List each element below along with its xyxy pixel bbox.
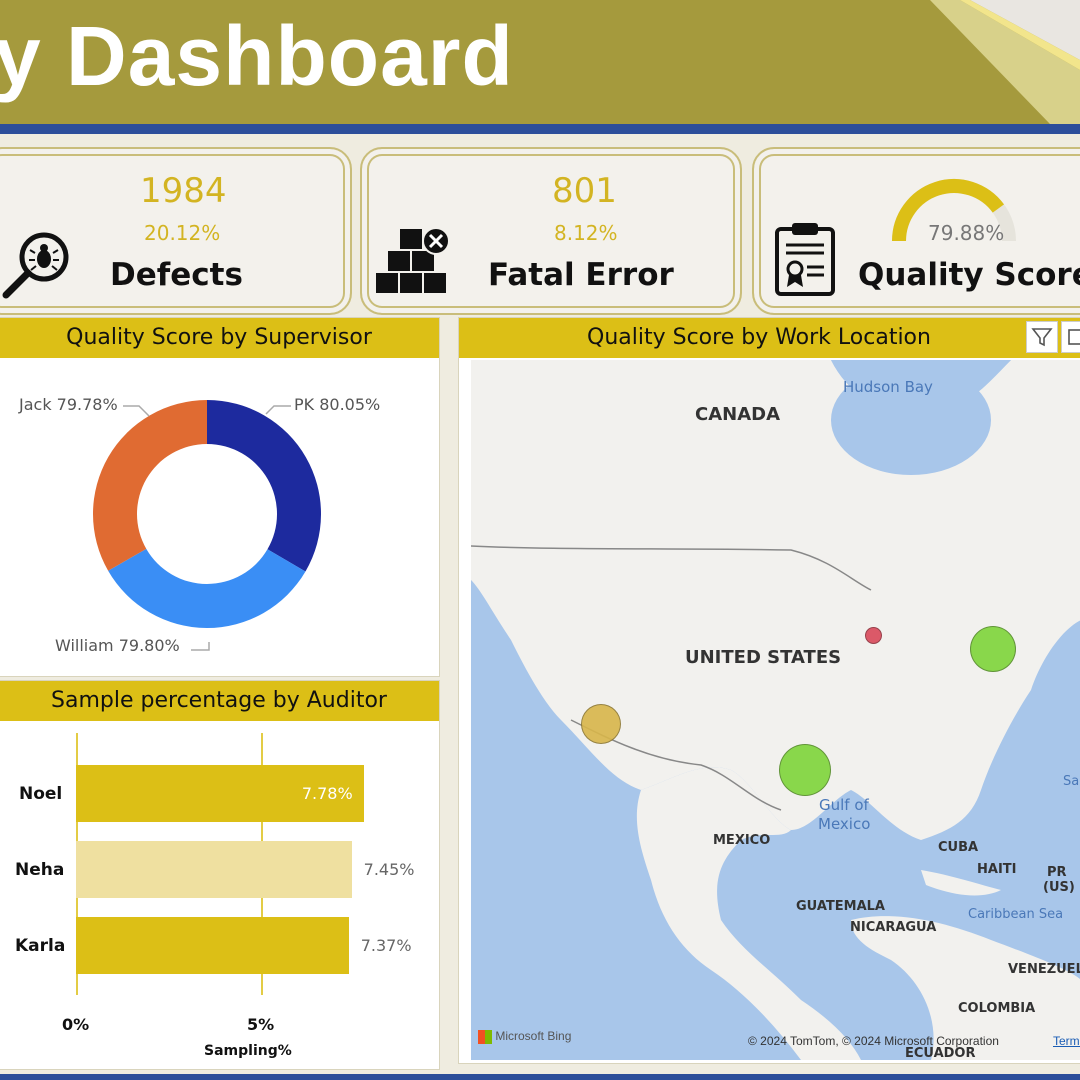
map-label-pr-us: (US) [1043, 880, 1075, 895]
focus-mode-button[interactable] [1061, 321, 1080, 353]
supervisor-donut-chart[interactable]: PK 80.05% William 79.80% Jack 79.78% [0, 358, 439, 676]
map-label-canada: CANADA [695, 404, 781, 425]
header-stripe [0, 124, 1080, 134]
kpi-card-fatal-error: 801 8.12% Fatal Error [360, 147, 742, 315]
bing-logo: Microsoft Bing [478, 1029, 571, 1044]
donut-slice-william[interactable] [108, 548, 306, 628]
bar-axis-tick: 5% [247, 1015, 275, 1034]
map-bubble-midwest[interactable] [865, 627, 882, 644]
bar-category-neha: Neha [15, 860, 65, 880]
map-canvas[interactable] [471, 360, 1080, 1060]
certificate-clipboard-icon [775, 223, 835, 296]
donut-leader-line [123, 405, 150, 417]
quality-score-percent: 79.88% [928, 221, 1005, 245]
bar-category-karla: Karla [15, 936, 66, 956]
supervisor-panel-title: Quality Score by Supervisor [0, 318, 439, 358]
auditor-bar-chart[interactable]: Noel 7.78% Neha 7.45% Karla 7.37% 0% 5% Sampling… [0, 721, 439, 1069]
fatal-error-percent: 8.12% [554, 221, 618, 245]
auditor-panel-title: Sample percentage by Auditor [0, 681, 439, 721]
defects-label: Defects [110, 257, 243, 293]
map-bubble-northeast[interactable] [970, 626, 1016, 672]
map-label-haiti: HAITI [977, 862, 1017, 877]
donut-slice-jack[interactable] [92, 400, 207, 571]
map-label-gulf-1: Gulf of [819, 796, 869, 814]
kpi-card-quality-score: 79.88% Quality Score [752, 147, 1080, 315]
fatal-error-label: Fatal Error [488, 257, 674, 293]
map-label-cuba: CUBA [938, 840, 979, 855]
defects-value: 1984 [140, 171, 227, 211]
supervisor-panel: Quality Score by Supervisor PK 80.05% Wil… [0, 317, 440, 677]
defects-percent: 20.12% [144, 221, 221, 245]
bar-value-label-karla: 7.37% [360, 936, 412, 955]
banner-decoration [930, 0, 1080, 124]
map-label-mexico: MEXICO [713, 833, 771, 848]
map-bubble-california[interactable] [581, 704, 621, 744]
fatal-error-value: 801 [552, 171, 617, 211]
map-label-venezuela: VENEZUEL [1008, 962, 1080, 977]
filter-button[interactable] [1026, 321, 1058, 353]
map-label-ecuador: ECUADOR [905, 1046, 976, 1061]
map-label-gulf-2: Mexico [818, 815, 871, 833]
map-label-caribbean: Caribbean Sea [968, 907, 1064, 922]
map-label-hudson-bay: Hudson Bay [843, 378, 933, 396]
bar-karla[interactable] [76, 917, 349, 974]
donut-leader-line [191, 642, 210, 651]
quality-score-label: Quality Score [858, 257, 1080, 293]
donut-leader-line [265, 405, 291, 415]
auditor-panel: Sample percentage by Auditor Noel 7.78% Ne… [0, 680, 440, 1070]
bar-value-label-noel: 7.78% [301, 784, 353, 803]
filter-icon [1031, 328, 1053, 347]
kpi-card-defects: 1984 20.12% Defects [0, 147, 352, 315]
focus-icon [1068, 329, 1080, 345]
page-title: y Dashboard [0, 9, 514, 103]
map-label-sa: Sa [1063, 774, 1080, 789]
bar-neha[interactable] [76, 841, 352, 898]
bug-search-icon [2, 232, 69, 299]
map-panel-title: Quality Score by Work Location [459, 318, 1080, 358]
boxes-error-icon [376, 227, 450, 293]
donut-label-pk: PK 80.05% [294, 395, 380, 414]
map-label-guatemala: GUATEMALA [796, 899, 885, 914]
bar-axis-tick: 0% [62, 1015, 90, 1034]
map-label-pr: PR [1047, 865, 1067, 880]
donut-label-jack: Jack 79.78% [18, 395, 118, 414]
microsoft-logo-icon [478, 1029, 492, 1044]
bar-value-label-neha: 7.45% [363, 860, 415, 879]
map-label-colombia: COLOMBIA [958, 1001, 1036, 1016]
bar-x-axis-label: Sampling% [204, 1043, 292, 1059]
footer-stripe [0, 1074, 1080, 1080]
donut-label-william: William 79.80% [55, 636, 180, 655]
map-panel: Quality Score by Work Location [458, 317, 1080, 1064]
bar-category-noel: Noel [19, 784, 63, 804]
map-copyright: © 2024 TomTom, © 2024 Microsoft Corporat… [748, 1034, 999, 1048]
map-label-united-states: UNITED STATES [685, 647, 842, 668]
map-bubble-texas[interactable] [779, 744, 831, 796]
map-terms-link[interactable]: Terms [1053, 1034, 1080, 1048]
map-label-nicaragua: NICARAGUA [850, 920, 937, 935]
donut-slice-pk[interactable] [207, 400, 322, 572]
